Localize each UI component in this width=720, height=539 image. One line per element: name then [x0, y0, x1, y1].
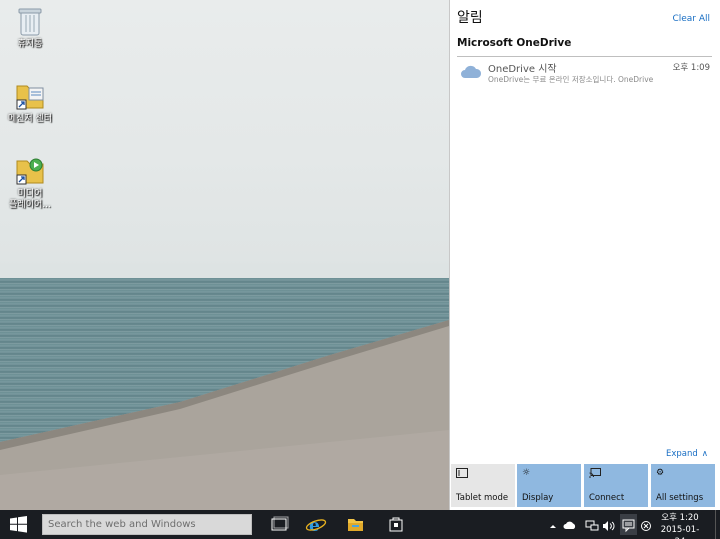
quick-action-label: Display	[522, 493, 554, 503]
clock-date: 2015-01-24	[660, 525, 700, 539]
onedrive-cloud-icon[interactable]	[563, 518, 577, 532]
gear-icon: ⚙	[656, 468, 665, 478]
search-box[interactable]: Search the web and Windows	[42, 514, 252, 535]
notification-icon	[622, 519, 635, 533]
action-center-title: 알림	[457, 10, 483, 26]
quick-action-label: Tablet mode	[456, 493, 509, 503]
search-placeholder: Search the web and Windows	[48, 519, 196, 530]
system-clock[interactable]: 오후 1:20 2015-01-24	[656, 512, 704, 539]
desktop-icon-label: 플레이어...	[9, 200, 51, 210]
internet-explorer-icon: e	[305, 516, 327, 536]
network-icon[interactable]	[585, 518, 599, 532]
svg-text:e: e	[309, 516, 320, 536]
store-icon	[389, 517, 403, 532]
group-divider	[457, 56, 712, 57]
file-explorer-button[interactable]	[337, 510, 373, 539]
action-center-panel: 알림 Clear All Microsoft OneDrive OneDrive…	[449, 0, 720, 510]
show-desktop-button[interactable]	[715, 510, 720, 539]
notification-title: OneDrive 시작	[488, 64, 557, 75]
tablet-mode-icon	[456, 468, 468, 481]
quick-action-connect[interactable]: Connect	[584, 464, 648, 507]
quick-action-all-settings[interactable]: ⚙ All settings	[651, 464, 715, 507]
quick-action-label: Connect	[589, 493, 625, 503]
folder-shortcut-icon	[15, 80, 45, 112]
start-button[interactable]	[0, 510, 37, 539]
brightness-icon: ☼	[522, 468, 531, 478]
notification-body: OneDrive는 무료 온라인 저장소입니다. OneDrive	[488, 75, 654, 84]
internet-explorer-button[interactable]: e	[298, 510, 334, 539]
store-button[interactable]	[378, 510, 414, 539]
quick-action-tablet-mode[interactable]: Tablet mode	[451, 464, 515, 507]
task-view-icon	[271, 516, 289, 531]
connect-icon	[589, 468, 601, 481]
clear-all-link[interactable]: Clear All	[672, 14, 710, 24]
notification-time: 오후 1:09	[672, 63, 710, 73]
quick-action-label: All settings	[656, 493, 704, 503]
expand-label: Expand	[665, 449, 698, 459]
onedrive-cloud-icon	[460, 64, 482, 84]
chevron-up-icon[interactable]	[546, 518, 560, 532]
desktop-icon-messenger-center[interactable]: 메신저 센터	[0, 80, 60, 125]
clock-time: 오후 1:20	[661, 513, 699, 523]
action-center-button[interactable]	[620, 514, 637, 535]
close-circle-icon[interactable]	[639, 518, 653, 532]
desktop-icon-label: 미디어	[17, 189, 43, 199]
desktop-icon-label: 메신저 센터	[7, 114, 53, 124]
chevron-up-icon: ∧	[701, 449, 708, 459]
taskbar: Search the web and Windows e 오후 1:20 201…	[0, 510, 720, 539]
windows-logo-icon	[10, 516, 27, 533]
task-view-button[interactable]	[261, 510, 297, 539]
notification-group-title: Microsoft OneDrive	[457, 37, 572, 49]
volume-icon[interactable]	[601, 518, 615, 532]
desktop-icon-media[interactable]: 미디어 플레이어...	[0, 155, 60, 211]
file-explorer-icon	[348, 519, 363, 531]
quick-action-display[interactable]: ☼ Display	[517, 464, 581, 507]
expand-quick-actions-link[interactable]: Expand ∧	[666, 449, 708, 459]
notification-item[interactable]: OneDrive 시작 오후 1:09 OneDrive는 무료 온라인 저장소…	[456, 58, 714, 90]
desktop-icon-label: 휴지통	[17, 39, 43, 49]
desktop-icon-recycle-bin[interactable]: 휴지통	[0, 5, 60, 50]
recycle-bin-icon	[15, 5, 45, 37]
media-folder-shortcut-icon	[15, 155, 45, 187]
